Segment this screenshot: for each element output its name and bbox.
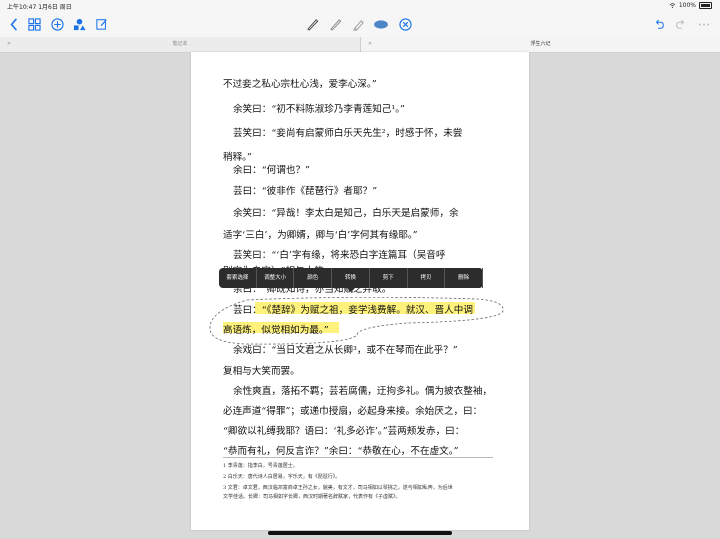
text-line: 芸曰：“《楚辞》为赋之祖，妾学浅费解。就汉、晋人中调	[233, 305, 473, 316]
tab-notebook[interactable]: ✕ 笔记本	[0, 37, 361, 52]
text-line: 不过妾之私心宗杜心浅，爱李心深。”	[223, 79, 377, 90]
tab-label: 浮生六记	[530, 41, 551, 47]
text-line: 必连声道“得罪”；或递巾授扇，必起身来接。余始厌之，曰：	[223, 406, 483, 417]
eraser-tool-icon[interactable]	[373, 16, 389, 32]
tab-fusheng-liuji[interactable]: ✕ 浮生六记	[361, 37, 720, 52]
text-line: 余性爽直，落拓不羁；芸若腐儒，迂拘多礼。偶为披衣整袖，	[233, 386, 493, 397]
text-line: “恭而有礼，何反言诈？”余曰：“恭敬在心，不在虚文。”	[223, 446, 459, 457]
text-line: 余戏曰：“当日文君之从长卿³，或不在琴而在此乎？”	[233, 345, 458, 356]
menu-item-copy[interactable]: 拷贝	[408, 268, 446, 288]
pencil-tool-icon[interactable]	[327, 16, 343, 32]
undo-icon[interactable]	[651, 16, 667, 32]
footnote: 2 白乐天：唐代诗人白居易，字乐天，有《琵琶行》。	[223, 474, 341, 480]
text-line: “卿欲以礼缚我耶？语曰：‘礼多必诈’。”芸两颊发赤，曰：	[223, 426, 465, 437]
text-line: 余笑曰：“异哉！李太白是知己，白乐天是启蒙师，余	[233, 208, 459, 219]
document-page[interactable]: 不过妾之私心宗杜心浅，爱李心深。” 余笑曰：“初不料陈淑珍乃李青莲知己¹。” 芸…	[191, 52, 529, 530]
status-time: 上午10:47	[7, 4, 37, 11]
text-line: 稍释。”	[223, 152, 252, 163]
close-tab-icon[interactable]: ✕	[365, 37, 375, 52]
status-indicators: 100%	[669, 2, 712, 9]
wifi-icon	[669, 3, 676, 8]
home-indicator[interactable]	[268, 531, 452, 535]
footnote-divider	[223, 457, 493, 458]
shapes-icon[interactable]	[71, 16, 87, 32]
text-line: 余笑曰：“初不料陈淑珍乃李青莲知己¹。”	[233, 104, 405, 115]
text-line: 芸笑曰：“妾尚有启蒙师白乐天先生²，时感于怀，未尝	[233, 128, 463, 139]
highlighter-tool-icon[interactable]	[350, 16, 366, 32]
menu-item-color[interactable]: 颜色	[294, 268, 333, 288]
menu-pointer-arrow	[347, 288, 355, 292]
text-line: 芸笑曰：“‘白’字有缘，将来恐白字连篇耳（吴音呼	[233, 250, 446, 261]
menu-item-cut[interactable]: 剪下	[370, 268, 408, 288]
thumbnails-grid-icon[interactable]	[26, 16, 42, 32]
status-bar: 上午10:47 1月6日 周日 100%	[0, 0, 720, 12]
add-page-icon[interactable]	[49, 16, 65, 32]
text-line: 复相与大笑而罢。	[223, 366, 300, 377]
footnote: 文学佳话。长卿：司马相如字长卿，西汉时期著名辞赋家，代表作有《子虚赋》。	[223, 494, 401, 500]
battery-icon	[699, 2, 712, 9]
footnote: 1 李青莲：指李白，号青莲居士。	[223, 463, 298, 469]
text-line: 余曰：“何谓也？”	[233, 165, 310, 176]
battery-percent: 100%	[678, 2, 696, 9]
selection-context-menu: 套索选择 调整大小 颜色 转换 剪下 拷贝 删除	[219, 268, 484, 292]
back-chevron-icon[interactable]	[6, 16, 22, 32]
lasso-close-icon[interactable]	[397, 16, 413, 32]
more-icon[interactable]	[696, 16, 712, 32]
edit-icon[interactable]	[94, 16, 110, 32]
menu-item-resize[interactable]: 调整大小	[257, 268, 295, 288]
pen-tool-icon[interactable]	[304, 16, 320, 32]
text-line: 高语炼，似觉相如为最。”	[223, 325, 329, 336]
menu-item-delete[interactable]: 删除	[445, 268, 484, 288]
status-date: 1月6日 周日	[38, 4, 72, 11]
status-time-date: 上午10:47 1月6日 周日	[7, 2, 72, 11]
menu-item-lasso-select[interactable]: 套索选择	[219, 268, 257, 288]
redo-icon[interactable]	[673, 16, 689, 32]
toolbar	[0, 12, 720, 44]
footnote: 3 文君：卓文君，西汉临邛富商卓王孙之女，貌美，有文才，司马相如以琴挑之，遂与相…	[223, 485, 453, 491]
tab-label: 笔记本	[172, 41, 188, 47]
close-tab-icon[interactable]: ✕	[4, 37, 14, 52]
text-line: 芸曰：“彼非作《琵琶行》者耶？”	[233, 186, 378, 197]
menu-item-convert[interactable]: 转换	[332, 268, 370, 288]
document-tabs: ✕ 笔记本 ✕ 浮生六记	[0, 37, 720, 53]
text-line: 适字‘三白’，为卿婿，卿与‘白’字何其有缘耶。”	[223, 230, 418, 241]
